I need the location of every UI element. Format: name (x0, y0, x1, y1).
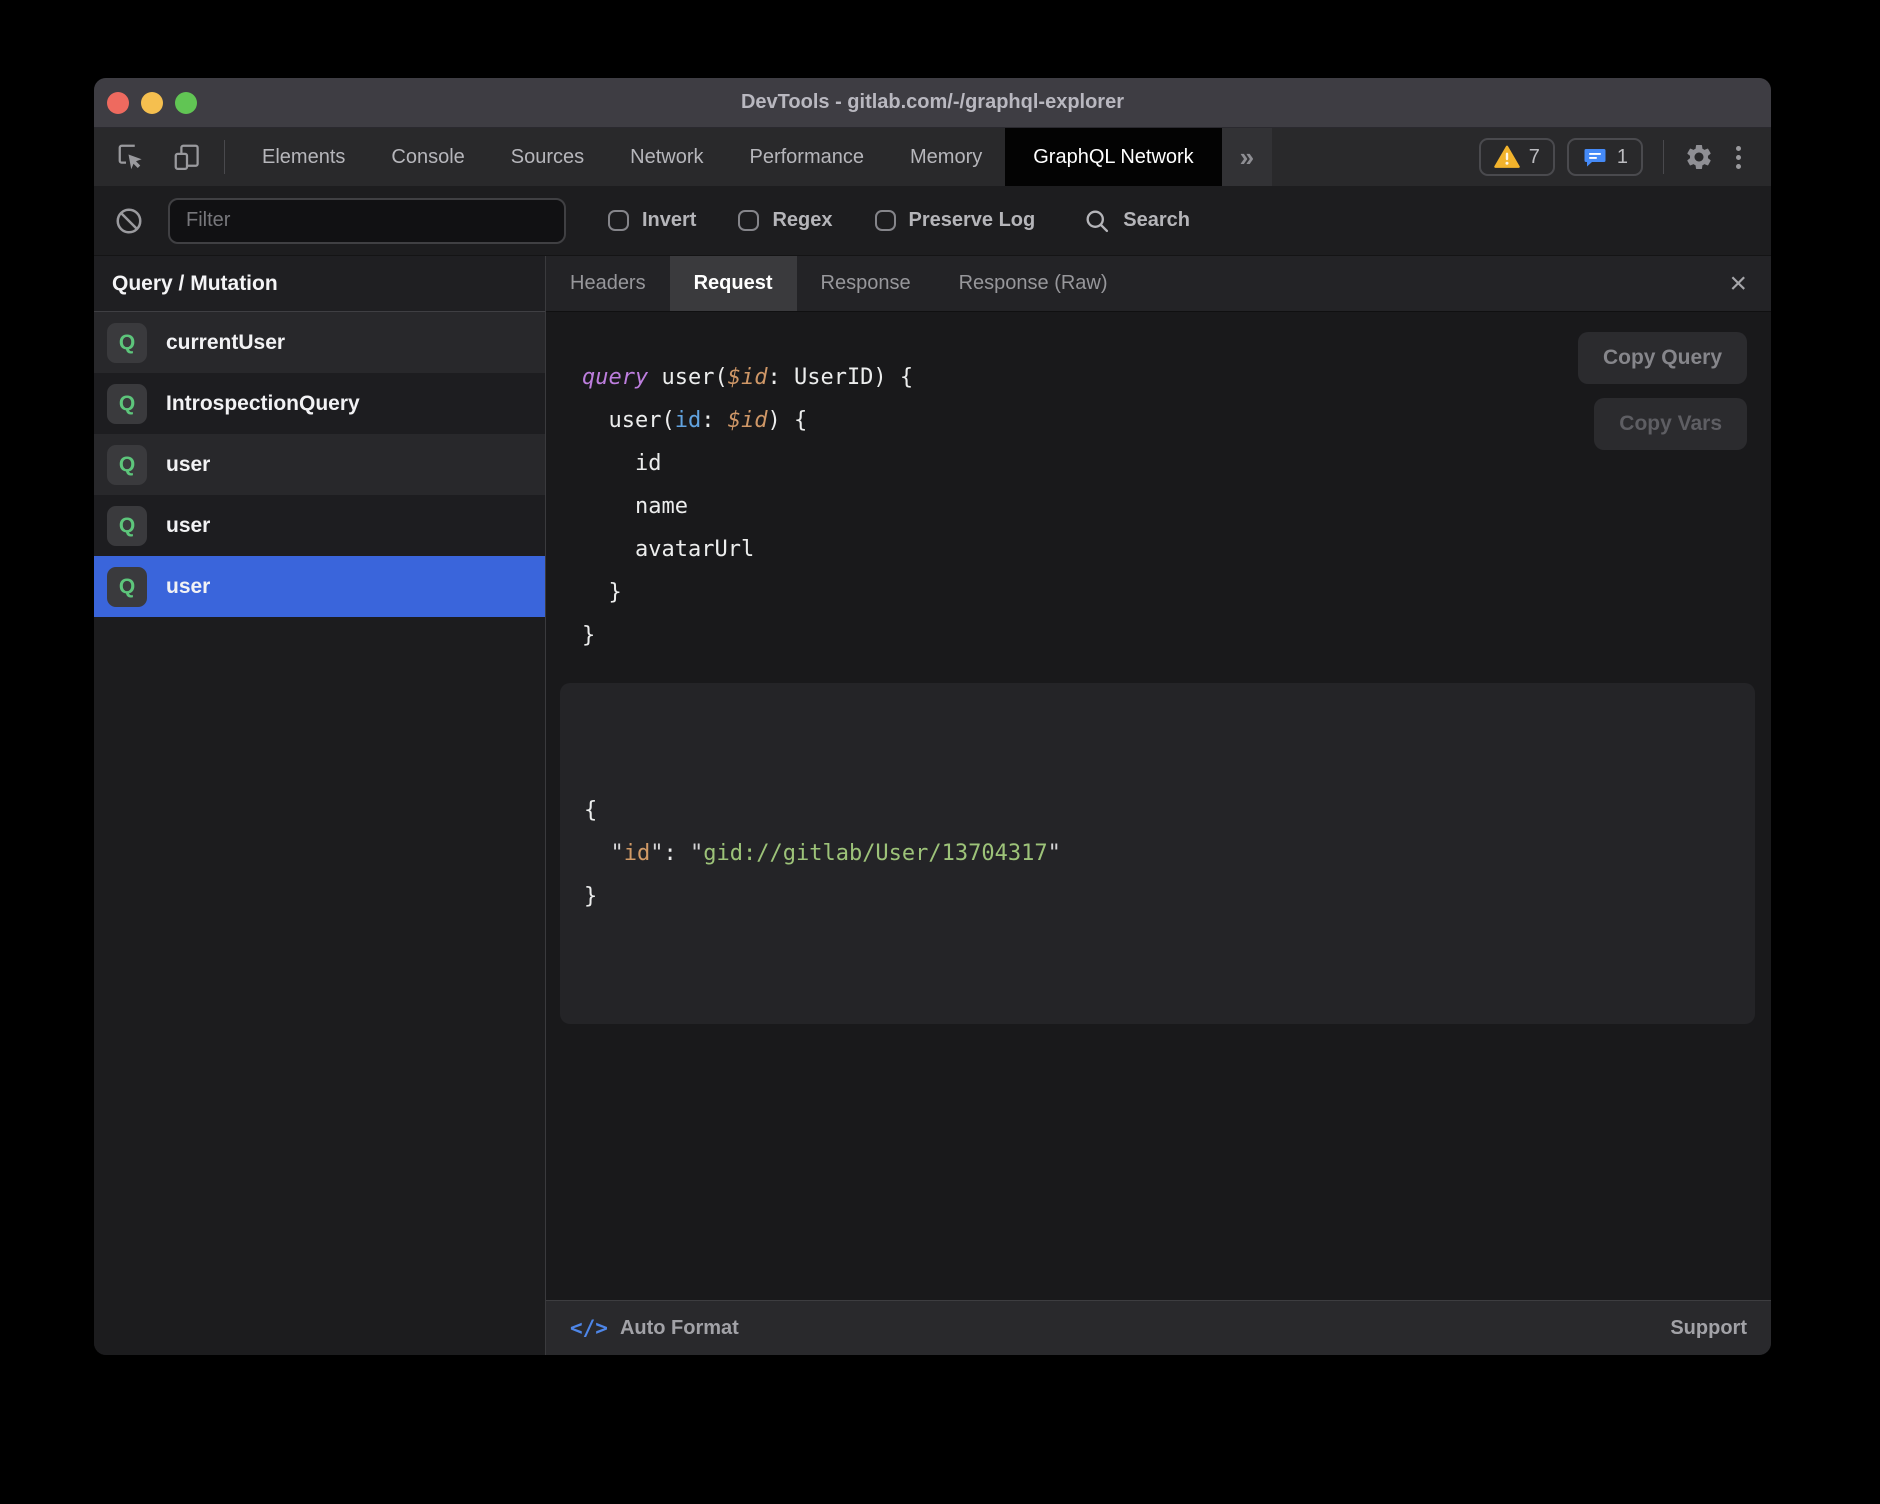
code-line: id (582, 442, 1735, 485)
query-sidebar: Query / Mutation QcurrentUserQIntrospect… (94, 256, 545, 1355)
query-list-item[interactable]: Q IntrospectionQuery (94, 373, 545, 434)
devtools-window: DevTools - gitlab.com/-/graphql-explorer… (94, 78, 1771, 1355)
toolbar-divider (224, 140, 225, 174)
copy-vars-button[interactable]: Copy Vars (1594, 398, 1747, 450)
issues-badge[interactable]: 1 (1567, 138, 1643, 176)
settings-gear-icon[interactable] (1684, 142, 1714, 172)
inspect-element-icon[interactable] (116, 142, 146, 172)
code-line: query user($id: UserID) { (582, 356, 1735, 399)
regex-label: Regex (772, 209, 832, 232)
query-type-badge: Q (107, 384, 147, 424)
title-bar: DevTools - gitlab.com/-/graphql-explorer (94, 78, 1771, 128)
more-tabs-button[interactable]: » (1222, 128, 1272, 186)
query-name-label: user (166, 514, 210, 538)
query-type-badge: Q (107, 506, 147, 546)
tab-performance[interactable]: Performance (727, 128, 888, 186)
tab-response-raw[interactable]: Response (Raw) (935, 256, 1132, 311)
invert-checkbox[interactable] (608, 210, 629, 231)
tab-headers[interactable]: Headers (546, 256, 670, 311)
toolbar-divider (1663, 140, 1664, 174)
code-line: avatarUrl (582, 528, 1735, 571)
tab-network[interactable]: Network (607, 128, 726, 186)
code-brackets-icon: </> (570, 1316, 608, 1340)
code-line: } (582, 571, 1735, 614)
block-clear-icon[interactable] (114, 206, 144, 236)
code-line: } (582, 614, 1735, 657)
tab-sources[interactable]: Sources (488, 128, 607, 186)
toolbar-tabs: Elements Console Sources Network Perform… (239, 128, 1272, 186)
query-name-label: user (166, 453, 210, 477)
filter-bar: Invert Regex Preserve Log Search (94, 186, 1771, 256)
code-line: user(id: $id) { (582, 399, 1735, 442)
invert-checkbox-group[interactable]: Invert (608, 209, 696, 232)
auto-format-label: Auto Format (620, 1317, 739, 1340)
tab-console[interactable]: Console (368, 128, 487, 186)
close-panel-icon[interactable]: × (1721, 256, 1755, 311)
search-button[interactable]: Search (1083, 207, 1190, 235)
auto-format-button[interactable]: </> Auto Format (570, 1316, 739, 1340)
devtools-toolbar: Elements Console Sources Network Perform… (94, 128, 1771, 186)
invert-label: Invert (642, 209, 696, 232)
sidebar-header: Query / Mutation (94, 256, 545, 312)
request-variables-code: { "id": "gid://gitlab/User/13704317"} (584, 789, 1731, 918)
query-type-badge: Q (107, 567, 147, 607)
copy-query-button[interactable]: Copy Query (1578, 332, 1747, 384)
support-link[interactable]: Support (1670, 1317, 1747, 1340)
tab-response[interactable]: Response (797, 256, 935, 311)
search-icon (1083, 207, 1111, 235)
message-bubble-icon (1582, 145, 1608, 169)
search-label: Search (1123, 209, 1190, 232)
warning-count: 7 (1529, 146, 1540, 169)
tab-elements[interactable]: Elements (239, 128, 368, 186)
regex-checkbox-group[interactable]: Regex (738, 209, 832, 232)
tab-request[interactable]: Request (670, 256, 797, 311)
kebab-menu-icon[interactable] (1726, 140, 1751, 175)
query-list-item[interactable]: Quser (94, 556, 545, 617)
panel-footer: </> Auto Format Support (546, 1300, 1771, 1355)
query-list-item[interactable]: Quser (94, 434, 545, 495)
preserve-log-checkbox-group[interactable]: Preserve Log (875, 209, 1036, 232)
query-name-label: currentUser (166, 331, 285, 355)
preserve-log-checkbox[interactable] (875, 210, 896, 231)
window-title: DevTools - gitlab.com/-/graphql-explorer (94, 91, 1771, 114)
tab-memory[interactable]: Memory (887, 128, 1005, 186)
warnings-badge[interactable]: 7 (1479, 138, 1555, 176)
code-line: "id": "gid://gitlab/User/13704317" (584, 832, 1731, 875)
request-panel-content: query user($id: UserID) { user(id: $id) … (546, 312, 1771, 1300)
query-name-label: user (166, 575, 210, 599)
code-line: { (584, 789, 1731, 832)
query-type-badge: Q (107, 445, 147, 485)
query-name-label: IntrospectionQuery (166, 392, 360, 416)
regex-checkbox[interactable] (738, 210, 759, 231)
issue-count: 1 (1617, 146, 1628, 169)
query-type-badge: Q (107, 323, 147, 363)
preserve-log-label: Preserve Log (909, 209, 1036, 232)
query-list-item[interactable]: Quser (94, 495, 545, 556)
code-line: } (584, 875, 1731, 918)
request-variables-box: { "id": "gid://gitlab/User/13704317"} (560, 683, 1755, 1024)
request-panel-tabs: Headers Request Response Response (Raw) … (546, 256, 1771, 312)
tab-graphql-network[interactable]: GraphQL Network (1005, 128, 1221, 186)
query-list-item[interactable]: QcurrentUser (94, 312, 545, 373)
filter-input[interactable] (168, 198, 566, 244)
query-list: QcurrentUserQIntrospectionQueryQuserQuse… (94, 312, 545, 1355)
toggle-device-toolbar-icon[interactable] (172, 142, 202, 172)
warning-icon (1494, 145, 1520, 169)
code-line: name (582, 485, 1735, 528)
